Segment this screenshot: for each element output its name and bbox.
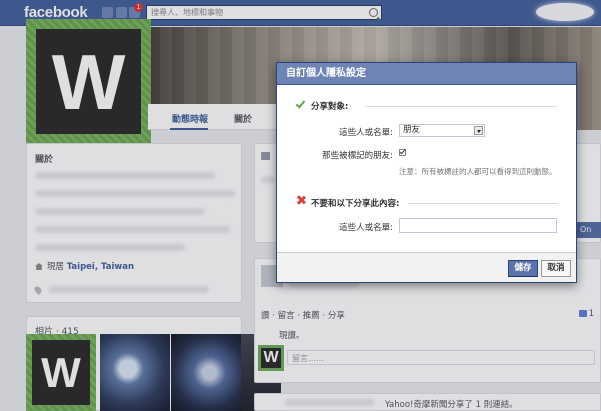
x-icon [297, 196, 306, 205]
dialog-title: 自訂個人隱私設定 [277, 63, 576, 85]
chevron-down-icon [474, 126, 483, 135]
dialog-footer: 儲存 取消 [277, 252, 576, 282]
tagged-friends-label: 那些被標記的朋友: [322, 151, 393, 161]
exclude-people-input[interactable] [399, 218, 557, 233]
cancel-button[interactable]: 取消 [541, 260, 571, 277]
tagged-friends-checkbox[interactable] [399, 149, 406, 156]
section-divider [408, 203, 558, 204]
check-icon [297, 99, 306, 108]
people-select[interactable]: 朋友 [399, 124, 485, 137]
share-section-heading: 分享對象: [311, 102, 349, 112]
people-select-value: 朋友 [403, 125, 421, 135]
exclude-section-heading: 不要和以下分享此內容: [311, 199, 400, 209]
save-button[interactable]: 儲存 [508, 260, 538, 277]
people-label: 這些人或名單: [339, 128, 393, 138]
custom-privacy-dialog: 自訂個人隱私設定 分享對象: 這些人或名單: 朋友 那些被標記的朋友: 注意：所… [276, 62, 577, 283]
tagged-note: 注意：所有被標註的人都可以看得到這則動態。 [399, 167, 557, 176]
section-divider [365, 106, 557, 107]
exclude-people-label: 這些人或名單: [339, 223, 393, 233]
